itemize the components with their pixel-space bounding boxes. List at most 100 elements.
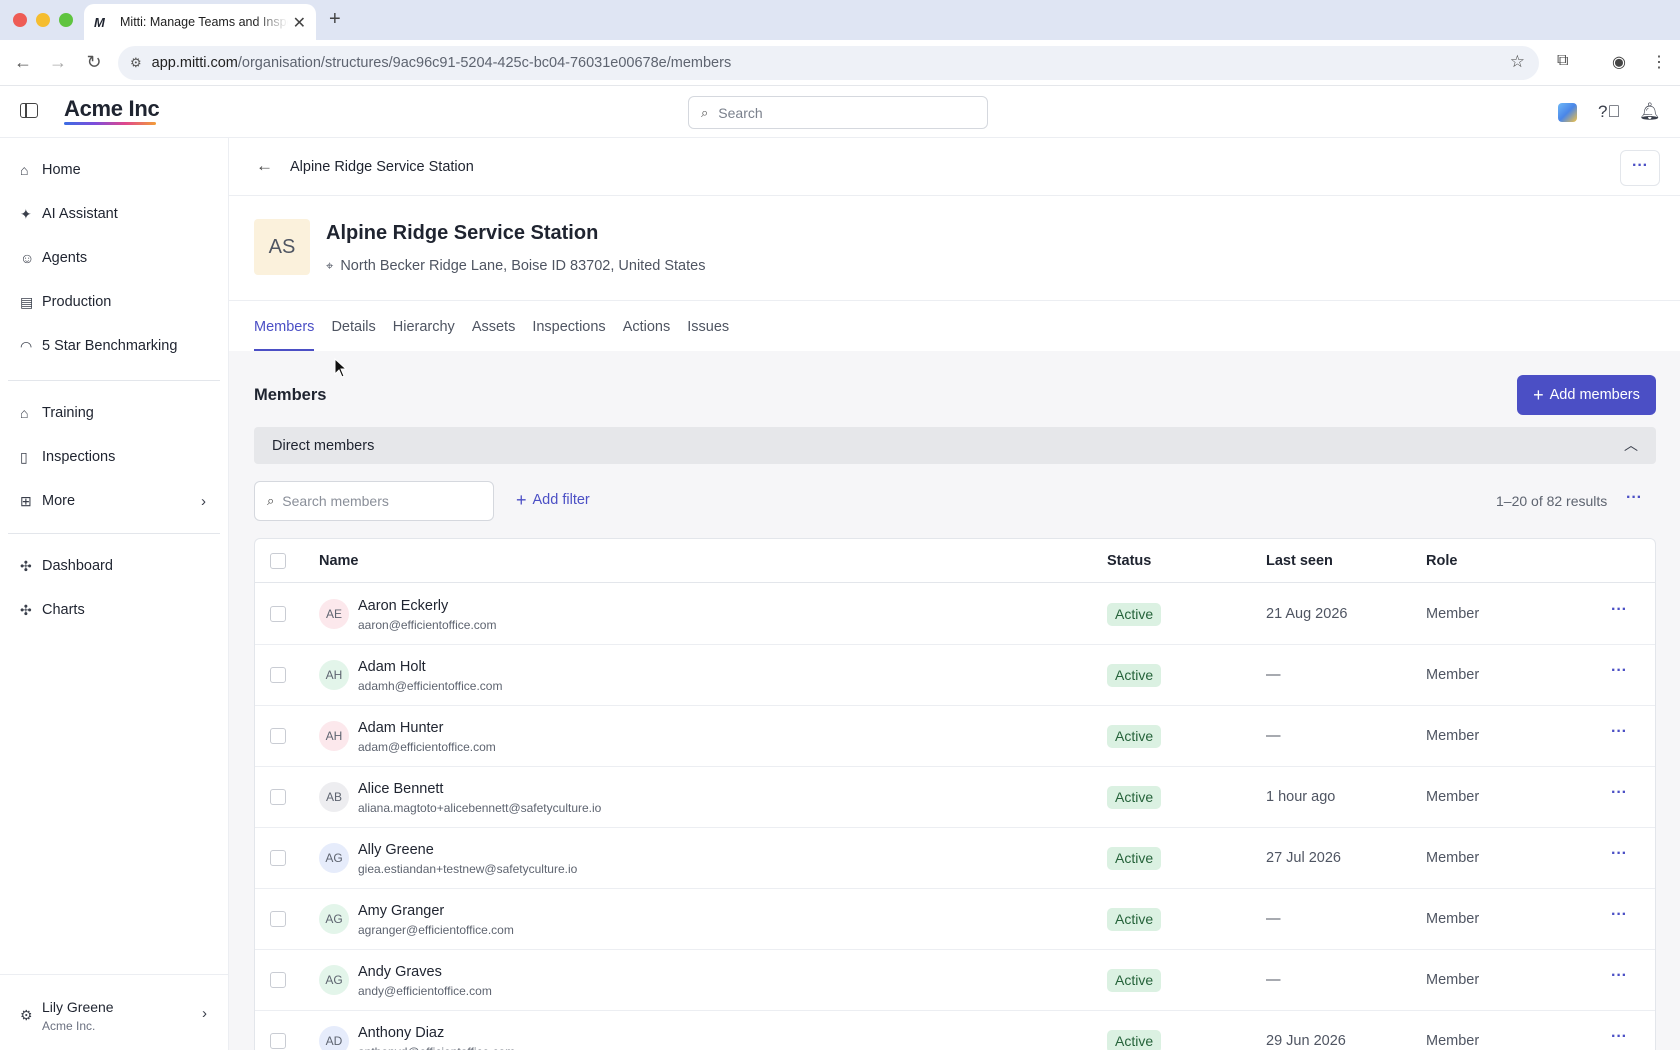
row-more-button[interactable]: ··· [1611,601,1627,619]
forward-icon[interactable]: → [48,52,68,73]
window-zoom-button[interactable] [59,13,73,27]
member-name[interactable]: Andy Graves [358,964,442,980]
table-more-button[interactable]: ··· [1626,489,1642,507]
sidebar-item-inspections[interactable]: ▯ Inspections [8,439,220,475]
member-search-input[interactable] [282,493,473,509]
table-row[interactable]: AH Adam Holt adamh@efficientoffice.com Acti… [255,645,1655,706]
row-checkbox[interactable] [270,1033,286,1049]
notifications-bell-icon[interactable]: 🔔︎ [1639,102,1661,122]
last-seen: 29 Jun 2026 [1266,1033,1346,1049]
sidebar-toggle-icon[interactable] [20,103,38,118]
global-search[interactable]: ⌕ [688,96,988,129]
member-name[interactable]: Adam Hunter [358,720,443,736]
profile-icon[interactable]: ◉ [1612,52,1626,72]
member-name[interactable]: Adam Holt [358,659,426,675]
tab-inspections[interactable]: Inspections [532,319,605,351]
page-more-button[interactable]: ··· [1620,150,1660,186]
search-input[interactable] [718,104,959,121]
column-header-role[interactable]: Role [1426,553,1457,569]
members-panel: Members + Add members Direct members ︿ ⌕… [229,351,1680,1050]
site-settings-icon[interactable]: ⚙ [130,55,142,71]
status-badge: Active [1107,847,1162,870]
row-more-button[interactable]: ··· [1611,662,1627,680]
window-close-button[interactable] [13,13,27,27]
row-checkbox[interactable] [270,911,286,927]
row-more-button[interactable]: ··· [1611,784,1627,802]
table-row[interactable]: AB Alice Bennett aliana.magtoto+alicebenne… [255,767,1655,828]
row-checkbox[interactable] [270,667,286,683]
row-checkbox[interactable] [270,606,286,622]
add-members-button[interactable]: + Add members [1517,375,1656,415]
member-name[interactable]: Amy Granger [358,903,444,919]
row-more-button[interactable]: ··· [1611,723,1627,741]
column-header-status[interactable]: Status [1107,553,1151,569]
graduation-cap-icon: ⌂ [20,405,29,421]
table-row[interactable]: AG Amy Granger agranger@efficientoffice.co… [255,889,1655,950]
user-menu[interactable]: ⚙ Lily Greene Acme Inc. › [0,974,229,1050]
window-minimize-button[interactable] [36,13,50,27]
browser-tab[interactable]: M Mitti: Manage Teams and Inspections ✕ [84,4,316,40]
member-name[interactable]: Ally Greene [358,842,434,858]
member-name[interactable]: Anthony Diaz [358,1025,444,1041]
table-row[interactable]: AH Adam Hunter adam@efficientoffice.com Act… [255,706,1655,767]
sidebar-item-training[interactable]: ⌂ Training [8,395,220,431]
sidebar-item-more[interactable]: ⊞ More › [8,483,220,519]
sidebar-item-home[interactable]: ⌂ Home [8,152,220,188]
add-members-label: Add members [1549,387,1640,403]
avatar: AG [319,904,349,934]
ai-app-icon[interactable] [1558,103,1577,122]
row-more-button[interactable]: ··· [1611,906,1627,924]
table-row[interactable]: AE Aaron Eckerly aaron@efficientoffice.com… [255,584,1655,645]
tab-details[interactable]: Details [331,319,375,351]
row-checkbox[interactable] [270,850,286,866]
row-checkbox[interactable] [270,972,286,988]
select-all-checkbox[interactable] [270,553,286,569]
member-name[interactable]: Aaron Eckerly [358,598,448,614]
column-header-name[interactable]: Name [319,553,359,569]
sidebar-item-production[interactable]: ▤ Production [8,284,220,320]
tab-assets[interactable]: Assets [472,319,516,351]
table-row[interactable]: AD Anthony Diaz anthonyd@efficientoffice.c… [255,1011,1655,1050]
reload-icon[interactable]: ↻ [84,52,104,73]
extensions-icon[interactable]: ⧉ [1557,52,1568,70]
row-more-button[interactable]: ··· [1611,845,1627,863]
puzzle-icon: ✣ [20,601,32,618]
member-email: giea.estiandan+testnew@safetyculture.io [358,862,578,876]
browser-menu-icon[interactable]: ⋮ [1651,52,1667,72]
sidebar-item-dashboard[interactable]: ✣ Dashboard [8,548,220,584]
tab-actions[interactable]: Actions [623,319,671,351]
tab-hierarchy[interactable]: Hierarchy [393,319,455,351]
tab-members[interactable]: Members [254,319,315,351]
sidebar-item-ai-assistant[interactable]: ✦ AI Assistant [8,196,220,232]
row-checkbox[interactable] [270,728,286,744]
member-name[interactable]: Alice Bennett [358,781,443,797]
close-tab-icon[interactable]: ✕ [293,13,306,33]
brand-logo[interactable]: Acme Inc [64,96,160,122]
avatar: AE [319,599,349,629]
back-arrow-icon[interactable]: ← [256,156,273,176]
sidebar-item-charts[interactable]: ✣ Charts [8,592,220,628]
column-header-last-seen[interactable]: Last seen [1266,553,1333,569]
row-more-button[interactable]: ··· [1611,967,1627,985]
sidebar-item-5-star-benchmarking[interactable]: ◠ 5 Star Benchmarking [8,328,220,364]
help-icon[interactable]: ?⃝ [1598,102,1620,122]
tab-issues[interactable]: Issues [687,319,729,351]
table-row[interactable]: AG Andy Graves andy@efficientoffice.com Act… [255,950,1655,1011]
add-filter-button[interactable]: + Add filter [516,491,590,509]
role: Member [1426,1033,1480,1049]
direct-members-section-header[interactable]: Direct members ︿ [254,427,1656,464]
new-tab-icon[interactable]: + [329,8,341,31]
row-checkbox[interactable] [270,789,286,805]
address-bar[interactable]: ⚙ app.mitti.com/organisation/structures/… [118,46,1539,80]
back-icon[interactable]: ← [13,52,33,73]
bookmark-star-icon[interactable]: ☆ [1510,52,1525,72]
table-row[interactable]: AG Ally Greene giea.estiandan+testnew@safe… [255,828,1655,889]
member-search[interactable]: ⌕ [254,481,494,521]
sidebar-item-label: Inspections [42,449,116,465]
sidebar-item-agents[interactable]: ☺ Agents [8,240,220,276]
divider [229,300,1680,301]
chevron-up-icon[interactable]: ︿ [1624,435,1638,455]
tab-title: Mitti: Manage Teams and Inspections [120,15,288,29]
last-seen: — [1266,667,1281,683]
row-more-button[interactable]: ··· [1611,1028,1627,1046]
